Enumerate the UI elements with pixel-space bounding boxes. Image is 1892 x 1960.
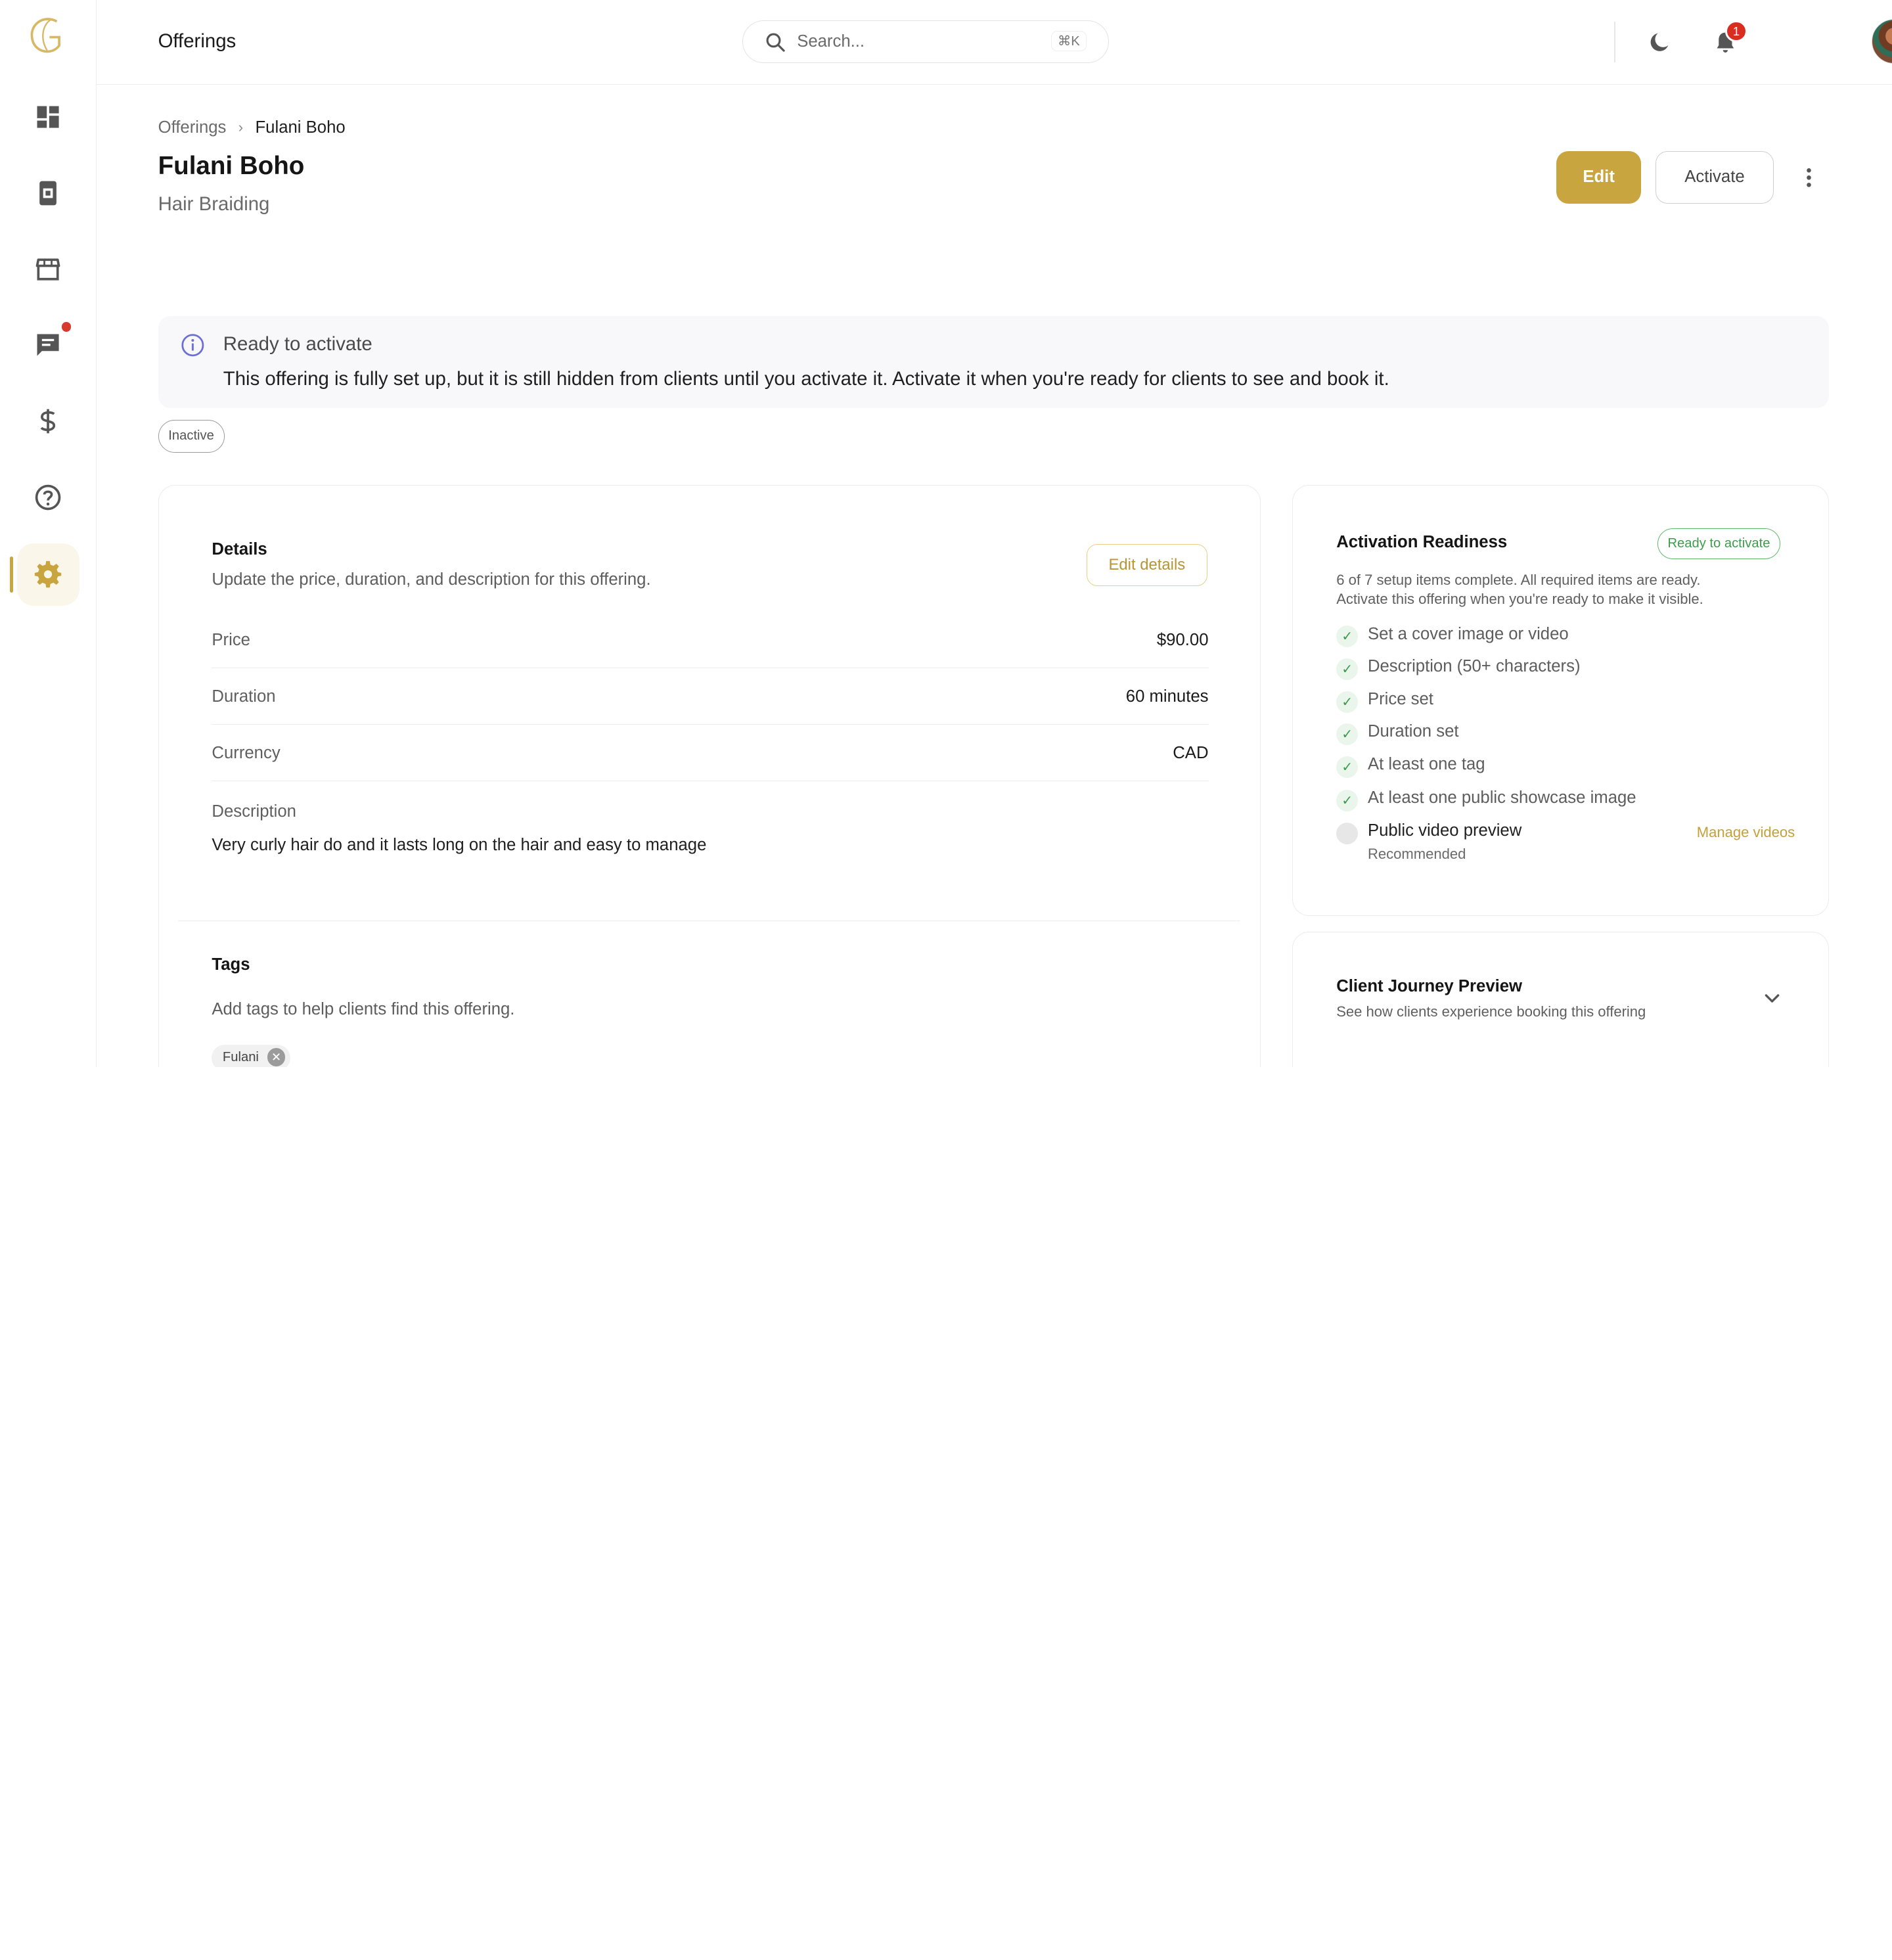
search-shortcut: ⌘K xyxy=(1050,30,1087,51)
more-options-button[interactable] xyxy=(1793,162,1824,193)
checklist-label: At least one tag xyxy=(1367,754,1485,773)
check-icon: ✓ xyxy=(1336,626,1359,648)
status-badge: Inactive xyxy=(158,420,225,453)
remove-tag-icon[interactable]: ✕ xyxy=(267,1048,286,1066)
checklist-item: ✓ At least one tag xyxy=(1336,754,1795,778)
notification-badge: 1 xyxy=(1725,20,1747,43)
edit-button[interactable]: Edit xyxy=(1556,150,1641,204)
detail-value: 60 minutes xyxy=(1125,687,1209,706)
more-vertical-icon xyxy=(1806,168,1811,187)
tags-title: Tags xyxy=(212,955,250,974)
brand-logo[interactable] xyxy=(23,12,71,60)
sidebar-item-help[interactable] xyxy=(17,466,80,529)
chevron-right-icon: › xyxy=(238,119,244,136)
detail-row-duration: Duration 60 minutes xyxy=(212,668,1209,725)
description-label: Description xyxy=(212,802,296,821)
gear-icon xyxy=(35,561,62,588)
checklist-label: Description (50+ characters) xyxy=(1367,657,1581,676)
detail-label: Currency xyxy=(212,744,281,763)
checklist-label: Public video preview xyxy=(1367,821,1522,840)
sidebar-item-payments[interactable] xyxy=(17,390,80,453)
sidebar-item-messages[interactable] xyxy=(17,314,80,377)
activate-button[interactable]: Activate xyxy=(1655,150,1774,204)
search-box[interactable]: ⌘K xyxy=(742,20,1109,63)
journey-title: Client Journey Preview xyxy=(1336,976,1523,995)
edit-details-button[interactable]: Edit details xyxy=(1087,543,1207,586)
search-icon xyxy=(766,33,786,52)
page-title: Fulani Boho xyxy=(158,152,305,181)
chat-icon xyxy=(37,334,59,356)
sidebar xyxy=(0,0,97,1067)
dashboard-icon xyxy=(37,106,59,128)
detail-label: Price xyxy=(212,630,250,649)
incomplete-circle-icon xyxy=(1336,822,1359,844)
checklist-label: At least one public showcase image xyxy=(1367,788,1636,808)
section-divider xyxy=(177,920,1240,922)
sidebar-item-bookings[interactable] xyxy=(17,162,80,225)
readiness-summary-line: 6 of 7 setup items complete. All require… xyxy=(1336,571,1701,588)
checklist-item: ✓ Duration set xyxy=(1336,721,1795,746)
checklist-label: Price set xyxy=(1367,689,1433,708)
detail-value: CAD xyxy=(1173,744,1209,763)
description-text: Very curly hair do and it lasts long on … xyxy=(212,835,707,854)
checklist-item: ✓ At least one public showcase image xyxy=(1336,788,1795,812)
checklist-item: ✓ Price set xyxy=(1336,689,1795,713)
checklist-sublabel: Recommended xyxy=(1367,845,1466,862)
checklist-label: Set a cover image or video xyxy=(1367,624,1569,643)
details-title: Details xyxy=(212,539,267,558)
readiness-title: Activation Readiness xyxy=(1336,532,1508,551)
tag-chip: Fulani ✕ xyxy=(212,1044,290,1067)
topbar: Offerings ⌘K 1 xyxy=(96,0,1892,85)
sidebar-item-settings[interactable] xyxy=(16,543,80,606)
breadcrumb: Offerings › Fulani Boho xyxy=(158,118,346,137)
dollar-icon xyxy=(41,409,56,434)
checklist-item: ✓ Set a cover image or video xyxy=(1336,624,1795,648)
info-icon xyxy=(181,334,204,357)
ready-info-banner: Ready to activate This offering is fully… xyxy=(158,316,1830,408)
readiness-badge: Ready to activate xyxy=(1657,528,1781,560)
tag-label: Fulani xyxy=(222,1050,259,1065)
check-icon: ✓ xyxy=(1336,723,1359,746)
search-input[interactable] xyxy=(797,30,1039,54)
help-icon xyxy=(35,484,61,510)
manage-videos-link[interactable]: Manage videos xyxy=(1697,824,1795,841)
check-icon: ✓ xyxy=(1336,658,1359,681)
booking-icon xyxy=(39,181,57,206)
store-icon xyxy=(36,258,60,281)
tags-description: Add tags to help clients find this offer… xyxy=(212,999,515,1018)
checklist-label: Duration set xyxy=(1367,722,1459,741)
breadcrumb-offerings-link[interactable]: Offerings xyxy=(158,118,227,137)
moon-icon xyxy=(1650,33,1669,51)
checklist-item-optional: Public video preview Recommended Manage … xyxy=(1336,820,1795,868)
banner-text: This offering is fully set up, but it is… xyxy=(223,368,1389,390)
checklist-item: ✓ Description (50+ characters) xyxy=(1336,656,1795,681)
sidebar-item-store[interactable] xyxy=(17,238,80,301)
detail-value: $90.00 xyxy=(1156,630,1209,649)
readiness-summary-line: Activate this offering when you're ready… xyxy=(1336,591,1703,608)
readiness-summary: 6 of 7 setup items complete. All require… xyxy=(1336,570,1795,609)
sidebar-item-dashboard[interactable] xyxy=(17,85,80,148)
app-root: Offerings ⌘K 1 Offerings › Fulani xyxy=(0,0,1892,1067)
topbar-title: Offerings xyxy=(158,30,236,52)
detail-row-price: Price $90.00 xyxy=(212,611,1209,668)
detail-label: Duration xyxy=(212,687,276,706)
check-icon: ✓ xyxy=(1336,691,1359,713)
page-subtitle: Hair Braiding xyxy=(158,193,270,215)
breadcrumb-current: Fulani Boho xyxy=(255,118,346,137)
details-description: Update the price, duration, and descript… xyxy=(212,570,651,589)
detail-row-currency: Currency CAD xyxy=(212,725,1209,782)
check-icon: ✓ xyxy=(1336,790,1359,812)
journey-description: See how clients experience booking this … xyxy=(1336,1003,1646,1020)
dark-mode-toggle[interactable] xyxy=(1641,23,1680,62)
topbar-divider xyxy=(1614,22,1616,63)
activation-readiness-card: Activation Readiness Ready to activate 6… xyxy=(1292,485,1830,917)
details-card: Details Update the price, duration, and … xyxy=(158,485,1261,1067)
user-avatar[interactable] xyxy=(1871,19,1892,64)
check-icon: ✓ xyxy=(1336,756,1359,778)
banner-title: Ready to activate xyxy=(223,332,372,355)
client-journey-card[interactable]: Client Journey Preview See how clients e… xyxy=(1292,931,1830,1067)
chevron-down-icon[interactable] xyxy=(1761,987,1783,1009)
active-nav-indicator xyxy=(9,556,14,593)
